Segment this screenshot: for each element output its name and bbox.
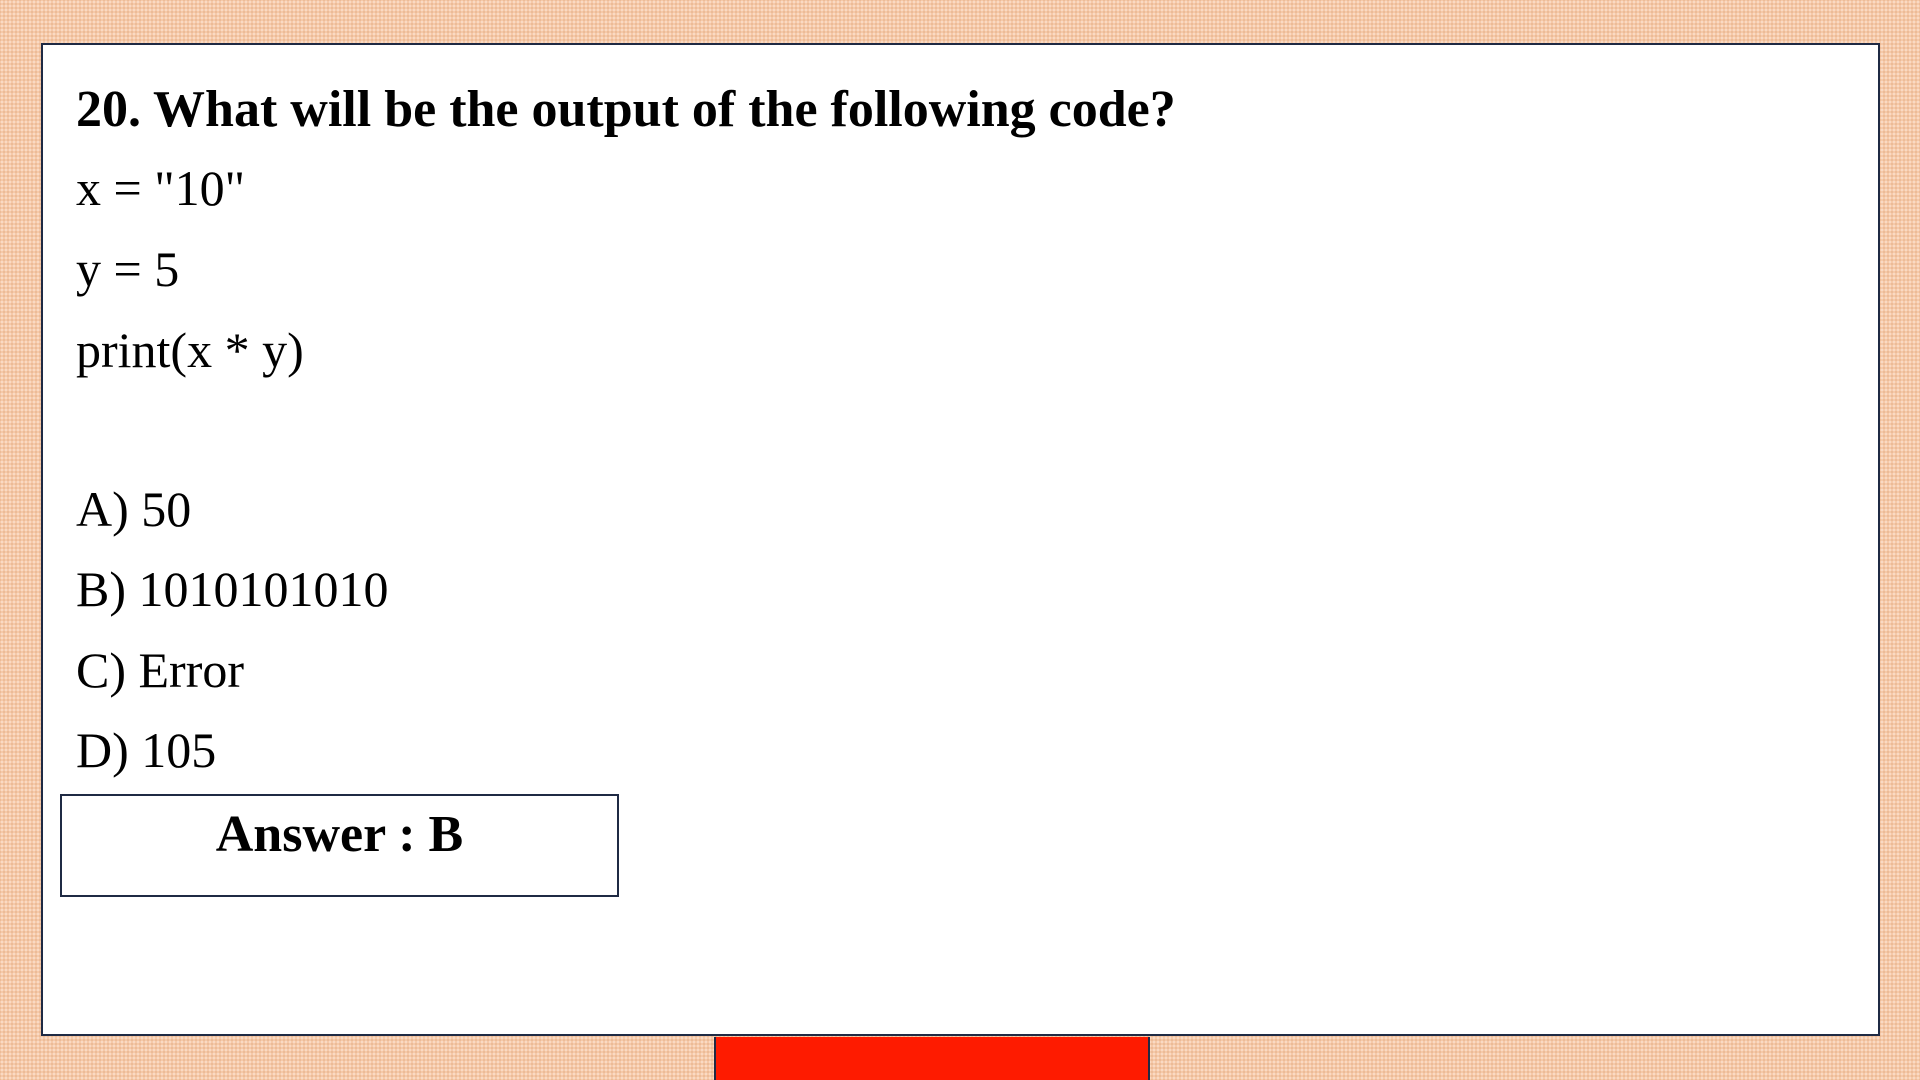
question-title: 20. What will be the output of the follo… <box>76 81 1176 138</box>
option-d: D) 105 <box>76 722 217 778</box>
option-a: A) 50 <box>76 481 192 537</box>
code-line-2: y = 5 <box>76 241 180 297</box>
slide-panel: 20. What will be the output of the follo… <box>41 43 1880 1036</box>
option-c: C) Error <box>76 642 244 698</box>
answer-text: Answer : B <box>215 806 464 863</box>
bottom-accent-bar <box>714 1037 1150 1080</box>
option-b: B) 1010101010 <box>76 561 389 617</box>
code-line-3: print(x * y) <box>76 322 304 378</box>
answer-box: Answer : B <box>60 794 619 897</box>
code-line-1: x = "10" <box>76 160 246 216</box>
